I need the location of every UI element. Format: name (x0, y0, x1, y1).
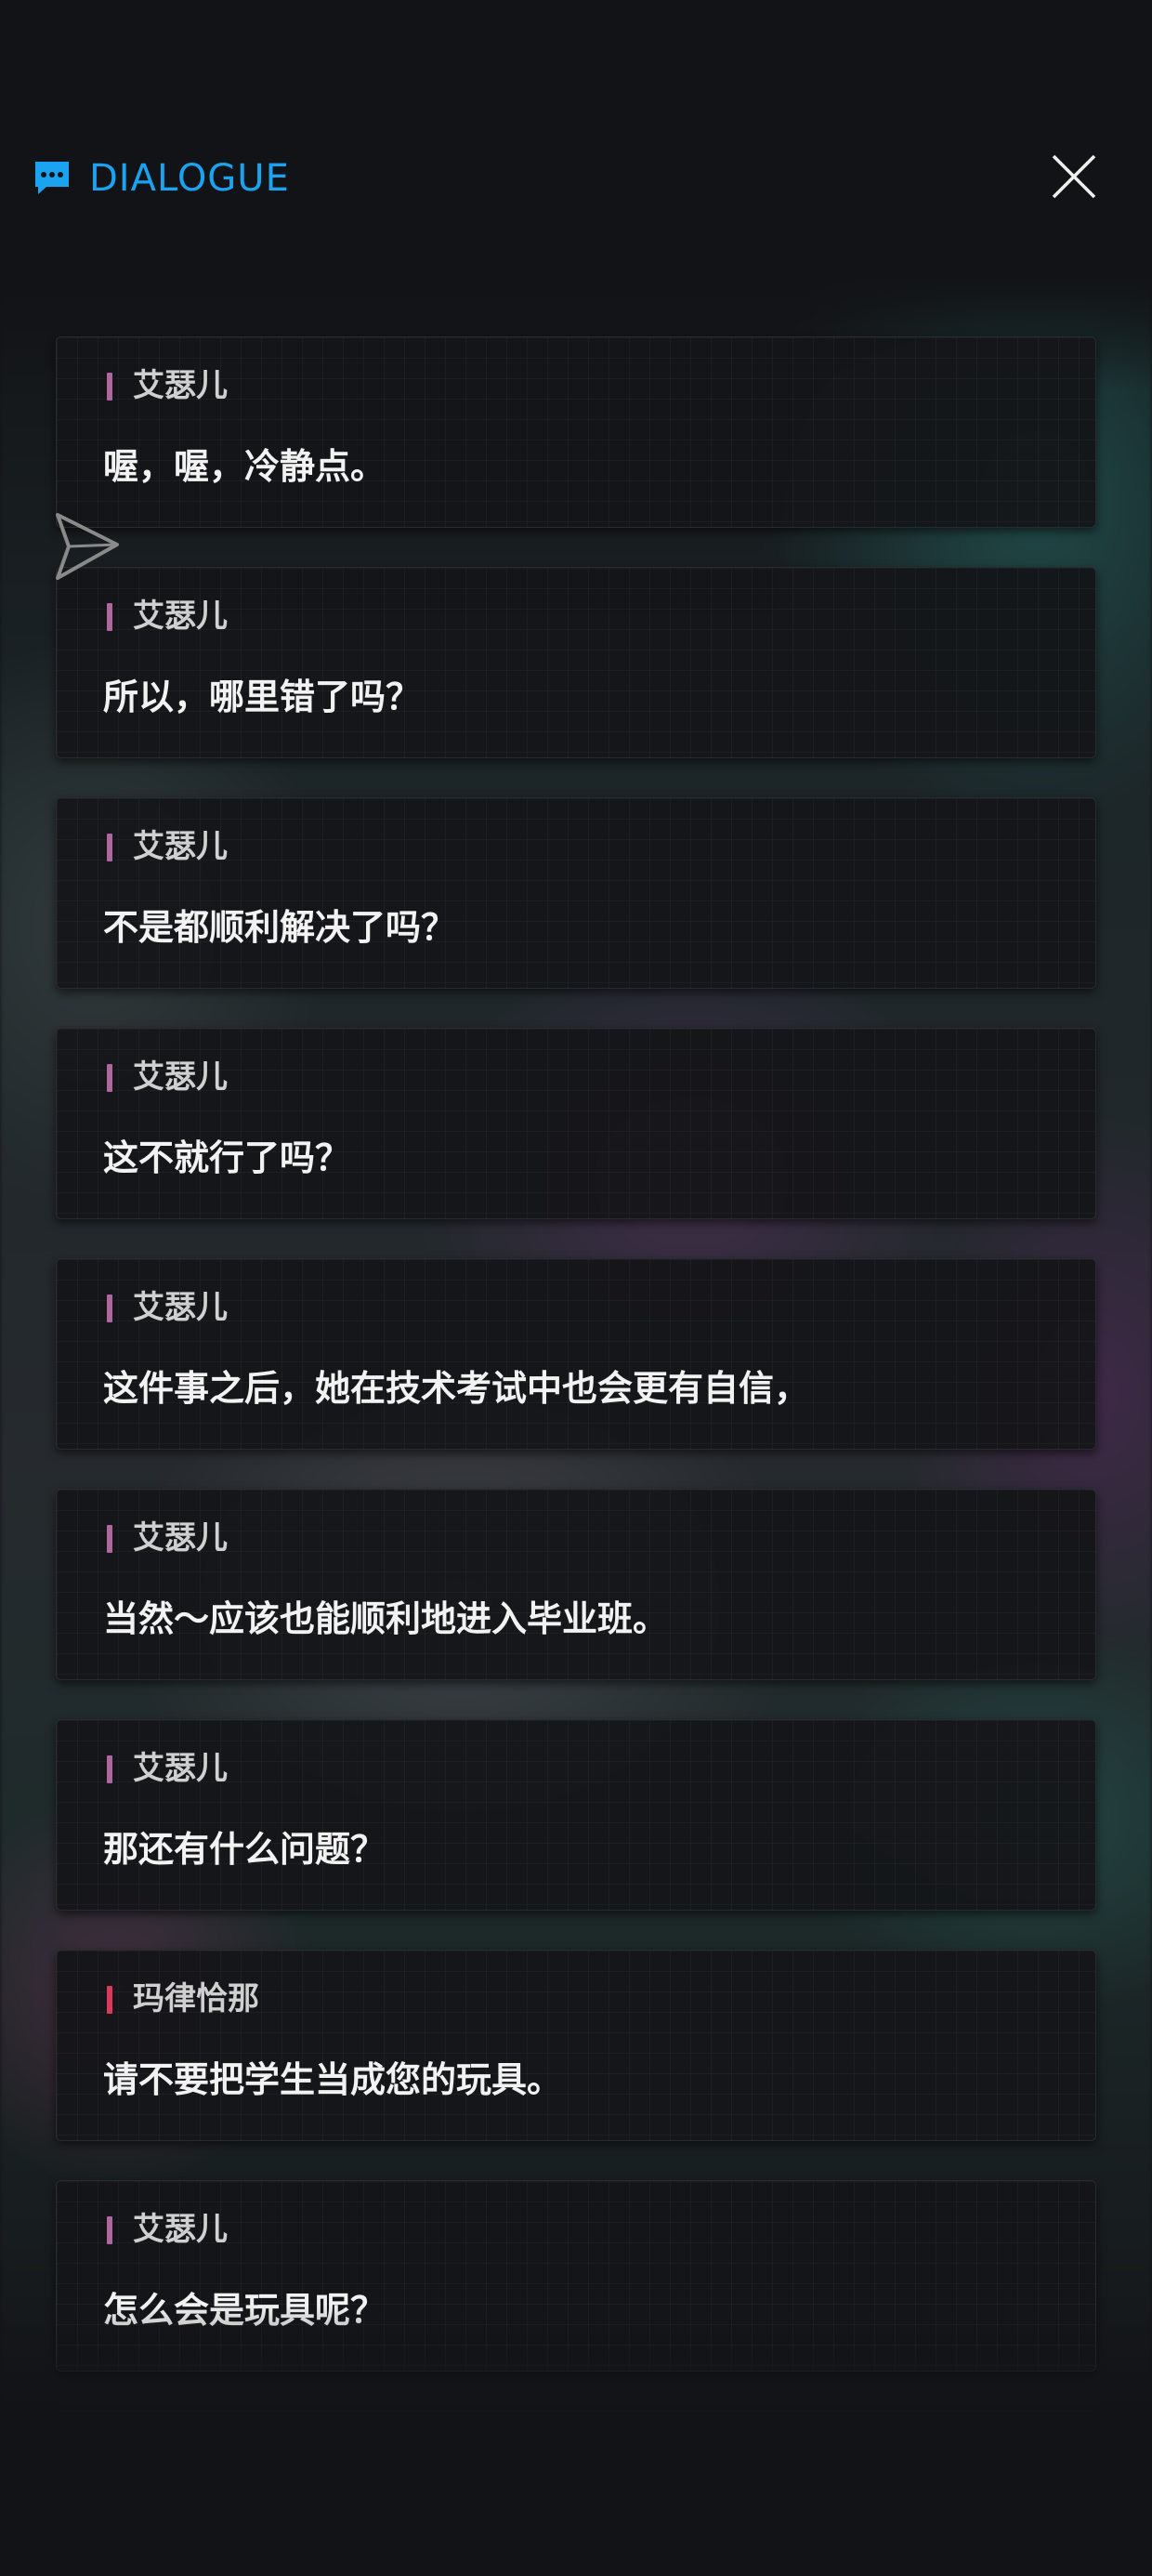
dialogue-text: 这件事之后，她在技术考试中也会更有自信， (103, 1368, 810, 1409)
speaker-color-bar (107, 2216, 112, 2244)
bottom-fade (0, 2305, 1152, 2576)
speaker-color-bar (107, 834, 112, 861)
speaker-name: 玛律恰那 (133, 1980, 259, 2017)
current-line-indicator (54, 511, 121, 582)
dialogue-log-list[interactable]: 艾瑟儿 喔，喔，冷静点。 艾瑟儿 所以，哪里错了吗？ 艾瑟儿 不是都顺利解决了吗？ 艾瑟儿这… (56, 336, 1096, 2448)
dialogue-text: 这不就行了吗？ (103, 1137, 351, 1178)
play-arrow-icon (54, 513, 121, 585)
dialogue-entry[interactable]: 艾瑟儿那还有什么问题？ (56, 1719, 1096, 1911)
speaker-name: 艾瑟儿 (133, 1750, 228, 1787)
speaker-color-bar (107, 1986, 112, 2014)
dialogue-text: 所以，哪里错了吗？ (103, 677, 422, 717)
dialogue-text: 不是都顺利解决了吗？ (103, 907, 457, 948)
speaker-name: 艾瑟儿 (133, 828, 228, 865)
speaker-name: 艾瑟儿 (133, 1519, 228, 1557)
close-button[interactable] (1046, 149, 1102, 204)
speaker-color-bar (107, 1295, 112, 1322)
speaker-name: 艾瑟儿 (133, 1058, 228, 1096)
speaker-name: 艾瑟儿 (133, 367, 228, 404)
speaker-color-bar (107, 373, 112, 401)
dialogue-text: 喔，喔，冷静点。 (103, 446, 386, 487)
speaker-name: 艾瑟儿 (133, 1289, 228, 1326)
dialogue-entry[interactable]: 艾瑟儿这不就行了吗？ (56, 1028, 1096, 1219)
speaker-color-bar (107, 603, 112, 631)
dialogue-entry[interactable]: 艾瑟儿所以，哪里错了吗？ (56, 567, 1096, 758)
speaker-color-bar (107, 1525, 112, 1553)
chat-bubble-icon (32, 158, 72, 199)
speaker-color-bar (107, 1064, 112, 1092)
dialogue-entry[interactable]: 艾瑟儿不是都顺利解决了吗？ (56, 797, 1096, 989)
close-icon (1046, 154, 1102, 208)
dialogue-entry[interactable]: 艾瑟儿当然～应该也能顺利地进入毕业班。 (56, 1489, 1096, 1680)
speaker-color-bar (107, 1755, 112, 1783)
dialogue-header: DIALOGUE (0, 139, 1152, 217)
dialogue-text: 请不要把学生当成您的玩具。 (103, 2059, 563, 2100)
dialogue-text: 那还有什么问题？ (103, 1829, 386, 1870)
page-title: DIALOGUE (89, 157, 290, 200)
dialogue-text: 当然～应该也能顺利地进入毕业班。 (103, 1598, 669, 1639)
speaker-name: 艾瑟儿 (133, 598, 228, 635)
dialogue-entry[interactable]: 艾瑟儿喔，喔，冷静点。 (56, 336, 1096, 528)
speaker-name: 艾瑟儿 (133, 2211, 228, 2248)
dialogue-entry[interactable]: 艾瑟儿这件事之后，她在技术考试中也会更有自信， (56, 1258, 1096, 1450)
dialogue-entry[interactable]: 玛律恰那请不要把学生当成您的玩具。 (56, 1950, 1096, 2141)
